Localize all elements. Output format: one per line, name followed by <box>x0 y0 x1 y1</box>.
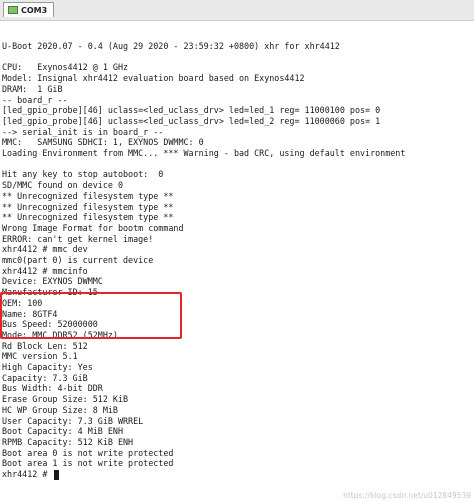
tab-label: COM3 <box>21 5 48 15</box>
prompt-text: xhr4412 # <box>2 469 53 479</box>
terminal-output[interactable]: U-Boot 2020.07 - 0.4 (Aug 29 2020 - 23:5… <box>0 40 474 502</box>
tab-bar: COM3 <box>0 0 474 21</box>
serial-port-icon <box>8 6 18 14</box>
tab-com3[interactable]: COM3 <box>3 2 55 17</box>
terminal-line: U-Boot 2020.07 - 0.4 (Aug 29 2020 - 23:5… <box>2 41 340 51</box>
text-cursor <box>54 469 60 480</box>
terminal-window: COM3 U-Boot 2020.07 - 0.4 (Aug 29 2020 -… <box>0 0 474 502</box>
terminal-prompt-line[interactable]: xhr4412 # <box>2 468 60 481</box>
terminal-line: Loading Environment from MMC... *** Warn… <box>2 148 406 158</box>
watermark: https://blog.csdn.net/u012849539 <box>343 491 471 500</box>
